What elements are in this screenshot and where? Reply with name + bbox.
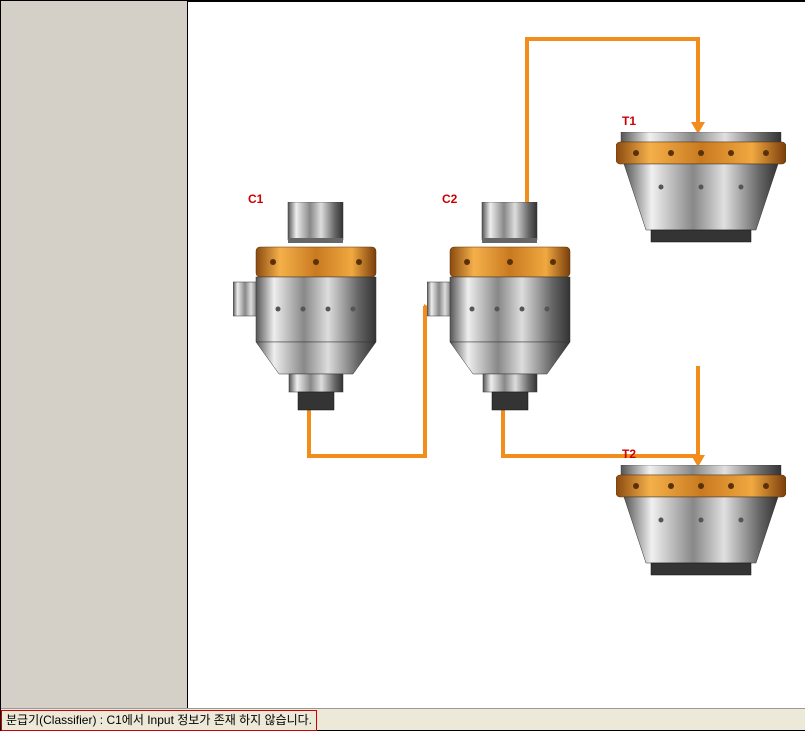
flow-c2-t1-seg3 xyxy=(696,37,700,125)
flow-c1-c2-seg2 xyxy=(307,454,427,458)
status-bar: 분급기(Classifier) : C1에서 Input 정보가 존재 하지 않… xyxy=(1,708,805,730)
flow-c2-t2-seg1 xyxy=(501,410,505,458)
tank-t1[interactable] xyxy=(616,132,786,247)
flow-c2-t2-seg2 xyxy=(501,454,700,458)
classifier-c2[interactable] xyxy=(427,202,587,417)
flow-c2-t1-seg2 xyxy=(525,37,700,41)
status-message: 분급기(Classifier) : C1에서 Input 정보가 존재 하지 않… xyxy=(1,710,317,731)
label-t2: T2 xyxy=(622,447,636,461)
tank-t2[interactable] xyxy=(616,465,786,580)
app-window: C1 C2 T1 T2 xyxy=(0,0,805,731)
flow-c2-t2-seg3 xyxy=(696,366,700,458)
flow-c1-c2-seg1 xyxy=(307,410,311,458)
sidebar-panel xyxy=(1,1,186,709)
label-t1: T1 xyxy=(622,114,636,128)
diagram-canvas[interactable]: C1 C2 T1 T2 xyxy=(187,1,805,709)
flow-c2-t1-seg1 xyxy=(525,37,529,202)
classifier-c1[interactable] xyxy=(233,202,393,417)
